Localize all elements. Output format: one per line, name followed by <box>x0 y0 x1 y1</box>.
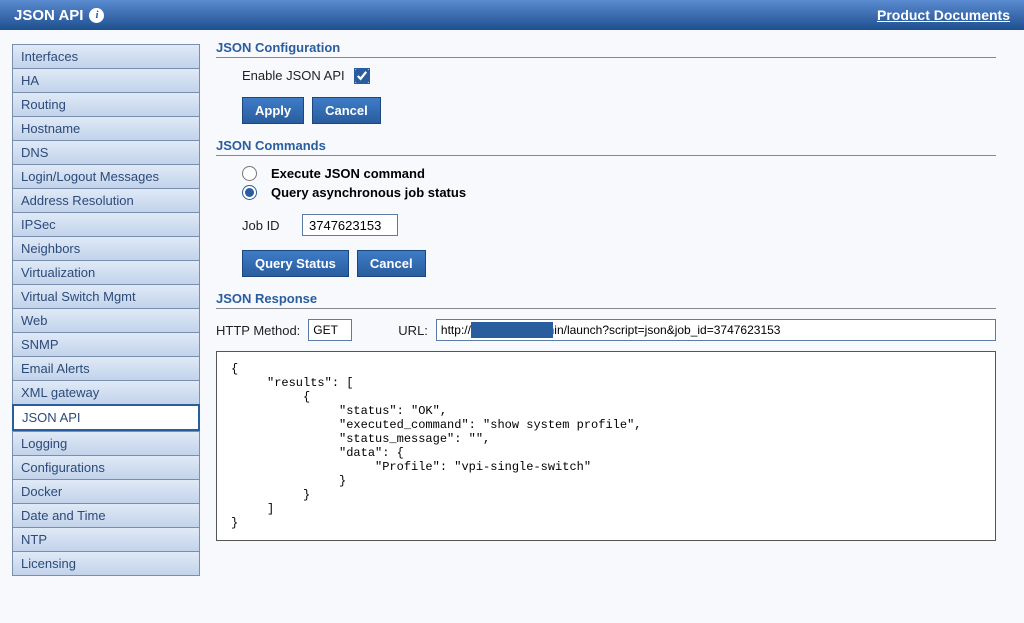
sidebar-item-ntp[interactable]: NTP <box>12 527 200 551</box>
product-documents-link[interactable]: Product Documents <box>877 7 1010 23</box>
sidebar-item-login-logout-messages[interactable]: Login/Logout Messages <box>12 164 200 188</box>
main-content: JSON Configuration Enable JSON API Apply… <box>204 30 1024 623</box>
enable-json-checkbox[interactable] <box>355 69 369 83</box>
url-redacted-segment <box>471 322 553 338</box>
sidebar-item-email-alerts[interactable]: Email Alerts <box>12 356 200 380</box>
radio-execute-command[interactable] <box>242 166 257 181</box>
sidebar-item-neighbors[interactable]: Neighbors <box>12 236 200 260</box>
radio-query-label: Query asynchronous job status <box>271 185 466 200</box>
sidebar-item-virtual-switch-mgmt[interactable]: Virtual Switch Mgmt <box>12 284 200 308</box>
info-icon[interactable]: i <box>89 8 104 23</box>
sidebar: InterfacesHARoutingHostnameDNSLogin/Logo… <box>0 30 204 623</box>
section-json-config: JSON Configuration <box>216 40 996 58</box>
cancel-query-button[interactable]: Cancel <box>357 250 426 277</box>
enable-json-label: Enable JSON API <box>242 68 345 83</box>
section-json-response: JSON Response <box>216 291 996 309</box>
jobid-label: Job ID <box>242 218 292 233</box>
apply-button[interactable]: Apply <box>242 97 304 124</box>
cancel-button[interactable]: Cancel <box>312 97 381 124</box>
sidebar-item-json-api[interactable]: JSON API <box>12 404 200 431</box>
json-response-body: { "results": [ { "status": "OK", "execut… <box>216 351 996 541</box>
page-title: JSON API <box>14 7 83 24</box>
radio-query-status[interactable] <box>242 185 257 200</box>
section-json-commands: JSON Commands <box>216 138 996 156</box>
http-method-input[interactable] <box>308 319 352 341</box>
sidebar-item-date-and-time[interactable]: Date and Time <box>12 503 200 527</box>
sidebar-item-hostname[interactable]: Hostname <box>12 116 200 140</box>
sidebar-item-configurations[interactable]: Configurations <box>12 455 200 479</box>
sidebar-item-address-resolution[interactable]: Address Resolution <box>12 188 200 212</box>
sidebar-item-snmp[interactable]: SNMP <box>12 332 200 356</box>
radio-execute-label: Execute JSON command <box>271 166 425 181</box>
sidebar-item-routing[interactable]: Routing <box>12 92 200 116</box>
query-status-button[interactable]: Query Status <box>242 250 349 277</box>
sidebar-item-virtualization[interactable]: Virtualization <box>12 260 200 284</box>
sidebar-item-interfaces[interactable]: Interfaces <box>12 44 200 68</box>
sidebar-item-logging[interactable]: Logging <box>12 431 200 455</box>
sidebar-item-ha[interactable]: HA <box>12 68 200 92</box>
sidebar-item-dns[interactable]: DNS <box>12 140 200 164</box>
sidebar-item-ipsec[interactable]: IPSec <box>12 212 200 236</box>
topbar: JSON API i Product Documents <box>0 0 1024 30</box>
sidebar-item-xml-gateway[interactable]: XML gateway <box>12 380 200 404</box>
http-method-label: HTTP Method: <box>216 323 300 338</box>
url-label: URL: <box>398 323 428 338</box>
sidebar-item-web[interactable]: Web <box>12 308 200 332</box>
jobid-input[interactable] <box>302 214 398 236</box>
sidebar-item-licensing[interactable]: Licensing <box>12 551 200 576</box>
sidebar-item-docker[interactable]: Docker <box>12 479 200 503</box>
